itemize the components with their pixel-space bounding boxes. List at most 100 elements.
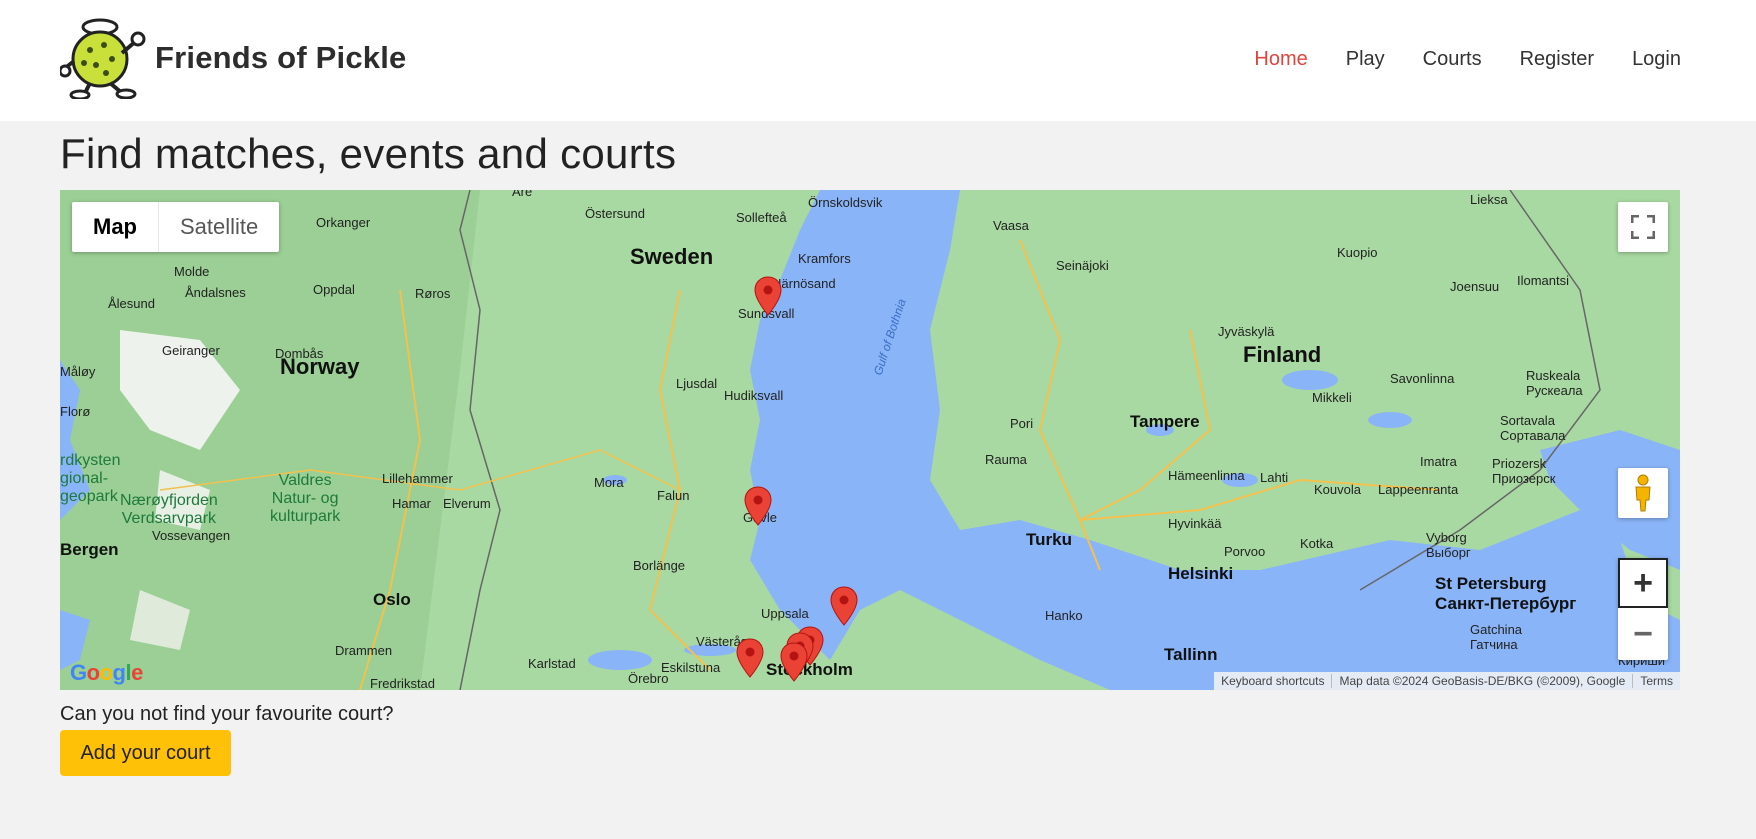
- map-data-credit: Map data ©2024 GeoBasis-DE/BKG (©2009), …: [1331, 674, 1632, 688]
- zoom-out-button[interactable]: −: [1618, 609, 1668, 660]
- map-label-pori: Pori: [1010, 416, 1034, 431]
- main-nav: Home Play Courts Register Login: [1216, 48, 1681, 71]
- map-label-fredrikstad: Fredrikstad: [370, 676, 436, 690]
- map-label-hudiksvall: Hudiksvall: [724, 388, 784, 403]
- map-label-elverum: Elverum: [443, 496, 491, 511]
- map-label-geopark: rdkysten gional-geopark: [60, 452, 121, 505]
- map-label-jyvaskyla: Jyväskylä: [1218, 324, 1275, 339]
- map-label-hamar: Hamar: [392, 496, 432, 511]
- map-label-dombas: Dombås: [275, 346, 324, 361]
- map-label-lillehammer: Lillehammer: [382, 471, 453, 486]
- map-label-oppdal: Oppdal: [313, 282, 355, 297]
- map-base-layer: [60, 190, 1680, 690]
- map-label-imatra: Imatra: [1420, 454, 1457, 469]
- map-label-mikkeli: Mikkeli: [1312, 390, 1352, 405]
- nav-courts[interactable]: Courts: [1423, 48, 1482, 71]
- map-label-hanko: Hanko: [1045, 608, 1083, 623]
- map-attribution: Keyboard shortcuts Map data ©2024 GeoBas…: [1214, 672, 1680, 690]
- map-label-maloy: Måløy: [60, 364, 96, 379]
- site-header: Friends of Pickle Home Play Courts Regis…: [0, 0, 1756, 121]
- map-label-eskilstuna: Eskilstuna: [661, 660, 721, 675]
- map-label-drammen: Drammen: [335, 643, 393, 658]
- zoom-control: + −: [1618, 558, 1668, 660]
- map-label-bergen: Bergen: [60, 540, 119, 559]
- map-label-ruskeala: Ruskeala Рускеала: [1526, 368, 1583, 398]
- court-marker[interactable]: [780, 642, 808, 682]
- google-logo: Google: [70, 660, 143, 685]
- nav-home[interactable]: Home: [1254, 48, 1307, 71]
- map-label-orebro: Örebro: [628, 671, 669, 686]
- map-label-are: Åre: [512, 190, 533, 199]
- fullscreen-button[interactable]: [1618, 202, 1668, 252]
- map-label-priozersk: Priozersk Приозерск: [1492, 456, 1556, 486]
- map-label-kuopio: Kuopio: [1337, 245, 1378, 260]
- map-label-savonlinna: Savonlinna: [1390, 371, 1455, 386]
- map-type-map-button[interactable]: Map: [72, 202, 158, 252]
- court-marker[interactable]: [830, 586, 858, 626]
- map-label-oslo: Oslo: [373, 590, 411, 609]
- map-label-solleftea: Sollefteå: [736, 210, 787, 225]
- nav-login[interactable]: Login: [1632, 48, 1681, 71]
- map-label-kramfors: Kramfors: [798, 251, 851, 266]
- brand-name: Friends of Pickle: [155, 40, 407, 75]
- map-label-tampere: Tampere: [1130, 412, 1200, 431]
- map-type-control: Map Satellite: [72, 202, 280, 252]
- fullscreen-icon: [1631, 215, 1655, 239]
- map-label-sortavala: Sortavala Сортавала: [1500, 413, 1566, 443]
- map-label-andalsnes: Åndalsnes: [185, 285, 246, 300]
- map-label-st-petersburg: St Petersburg Санкт-Петербург: [1435, 574, 1577, 613]
- nav-register[interactable]: Register: [1520, 48, 1594, 71]
- map-label-borlange: Borlänge: [633, 558, 686, 573]
- add-court-button[interactable]: Add your court: [60, 730, 231, 776]
- nav-play[interactable]: Play: [1346, 48, 1385, 71]
- map-label-lahti: Lahti: [1260, 470, 1289, 485]
- map-label-ostersund: Östersund: [585, 206, 645, 221]
- map-label-lappeenranta: Lappeenranta: [1378, 482, 1459, 497]
- map-label-turku: Turku: [1026, 530, 1072, 549]
- map-label-ilomantsi: Ilomantsi: [1517, 273, 1570, 288]
- map-label-falun: Falun: [657, 488, 690, 503]
- map-label-molde: Molde: [174, 264, 210, 279]
- terms-link[interactable]: Terms: [1632, 674, 1680, 688]
- pickleball-mascot-logo: [60, 18, 146, 99]
- map-label-alesund: Ålesund: [108, 296, 155, 311]
- map-label-roros: Røros: [415, 286, 451, 301]
- map-label-sweden: Sweden: [630, 244, 714, 269]
- pegman-icon: [1635, 474, 1651, 512]
- map-label-valdres-park: Valdres Natur- og kulturpark: [270, 472, 341, 525]
- map-label-floro: Florø: [60, 404, 91, 419]
- map-label-ornskoldsvik: Örnskoldsvik: [808, 195, 883, 210]
- map-label-tallinn: Tallinn: [1164, 645, 1218, 664]
- keyboard-shortcuts-link[interactable]: Keyboard shortcuts: [1214, 674, 1331, 688]
- court-marker[interactable]: [744, 486, 772, 526]
- map-label-uppsala: Uppsala: [761, 606, 809, 621]
- find-court-prompt: Can you not find your favourite court?: [60, 703, 394, 725]
- map-label-karlstad: Karlstad: [528, 656, 576, 671]
- court-marker[interactable]: [754, 276, 782, 316]
- map-label-kotka: Kotka: [1300, 536, 1334, 551]
- map-label-lieksa: Lieksa: [1470, 192, 1508, 207]
- map-label-mora: Mora: [594, 475, 624, 490]
- map-label-hyvinkaa: Hyvinkää: [1168, 516, 1222, 531]
- court-marker[interactable]: [736, 638, 764, 678]
- map-label-ljusdal: Ljusdal: [676, 376, 718, 391]
- map-label-vossevangen: Vossevangen: [152, 528, 231, 543]
- map-label-vyborg: Vyborg Выборг: [1426, 530, 1471, 560]
- map-label-geiranger: Geiranger: [162, 343, 220, 358]
- map-label-orkanger: Orkanger: [316, 215, 371, 230]
- map-label-hameenlinna: Hämeenlinna: [1168, 468, 1245, 483]
- street-view-pegman-button[interactable]: [1618, 468, 1668, 518]
- map-label-seinajoki: Seinäjoki: [1056, 258, 1109, 273]
- map-label-rauma: Rauma: [985, 452, 1027, 467]
- zoom-in-button[interactable]: +: [1618, 558, 1668, 608]
- map-label-gatchina: Gatchina Гатчина: [1470, 622, 1523, 652]
- map-label-helsinki: Helsinki: [1168, 564, 1234, 583]
- map-label-porvoo: Porvoo: [1224, 544, 1266, 559]
- brand[interactable]: Friends of Pickle: [60, 17, 406, 99]
- page-title: Find matches, events and courts: [60, 130, 677, 177]
- courts-map[interactable]: Sweden Norway Finland Gulf of Bothnia Ös…: [60, 190, 1680, 690]
- map-label-finland: Finland: [1243, 342, 1322, 367]
- map-type-satellite-button[interactable]: Satellite: [159, 202, 279, 252]
- map-label-kouvola: Kouvola: [1314, 482, 1361, 497]
- map-label-vaasa: Vaasa: [993, 218, 1029, 233]
